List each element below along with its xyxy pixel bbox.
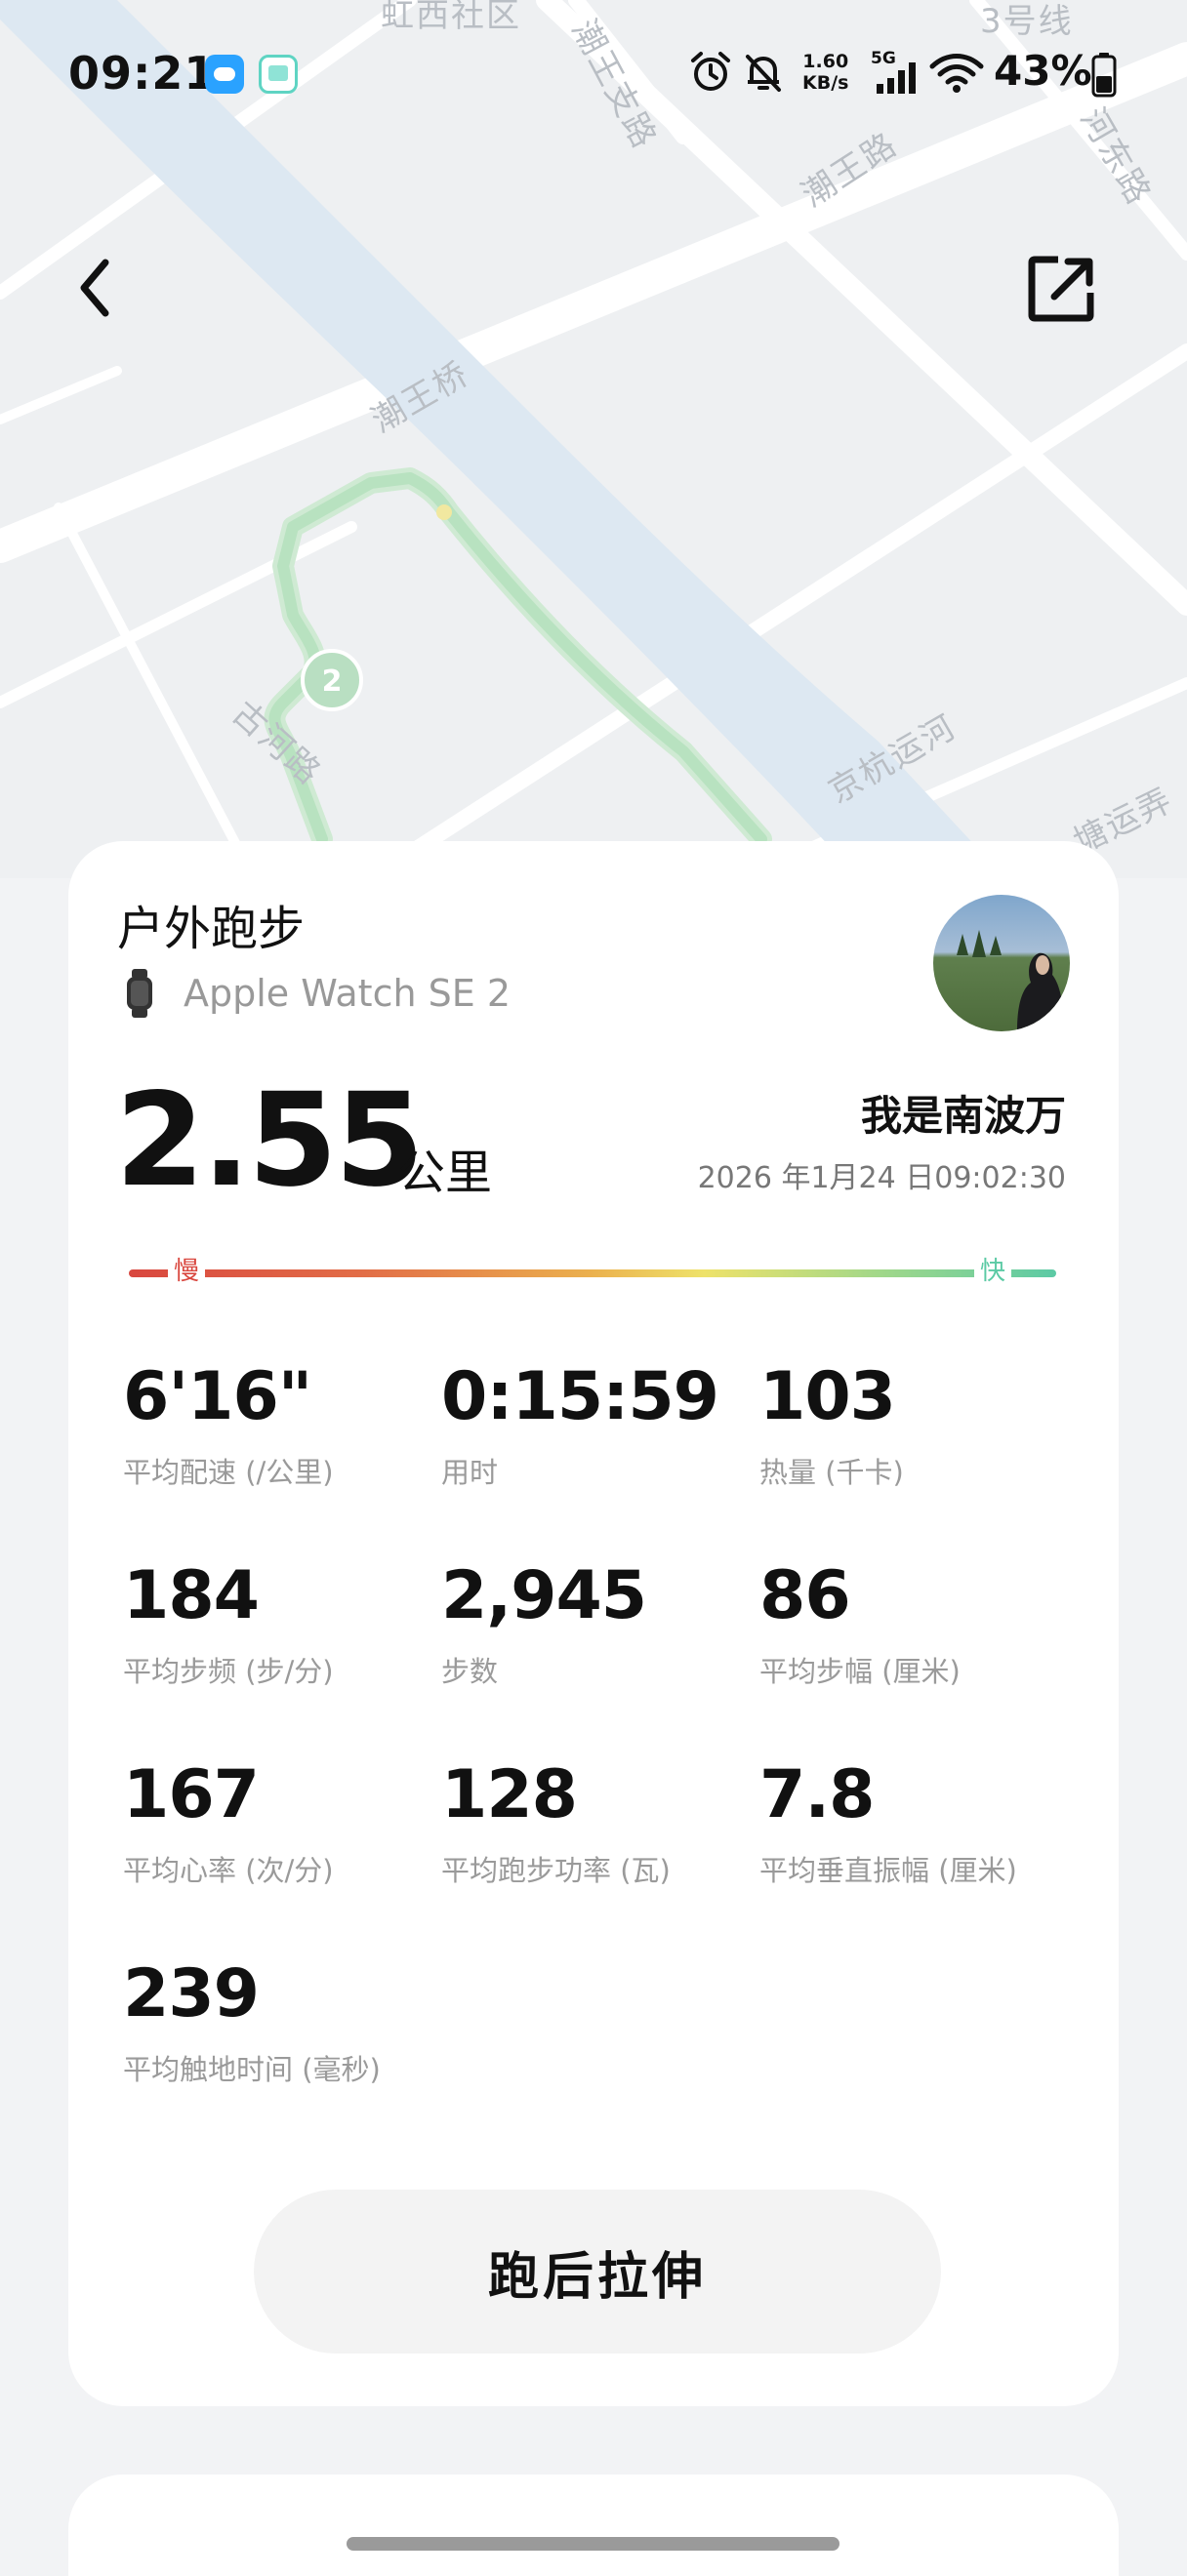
metric-label: 步数 xyxy=(441,1655,499,1688)
pace-legend: 慢 快 xyxy=(129,1251,1056,1294)
metric-label: 平均步频 (步/分) xyxy=(123,1655,334,1688)
chevron-left-icon xyxy=(80,259,109,317)
metric-avg-heart-rate: 167 平均心率 (次/分) xyxy=(123,1756,435,1889)
next-card xyxy=(68,2475,1119,2576)
metric-vertical-oscillation: 7.8 平均垂直振幅 (厘米) xyxy=(759,1756,1072,1889)
metric-label: 平均垂直振幅 (厘米) xyxy=(759,1854,1017,1887)
route-km-marker: 2 xyxy=(301,649,363,711)
network-speed: 1.60 KB/s xyxy=(802,51,848,94)
battery-percent: 43% xyxy=(994,47,1092,95)
workout-title: 户外跑步 xyxy=(117,902,306,956)
home-indicator[interactable] xyxy=(347,2537,839,2551)
metric-value: 0:15:59 xyxy=(441,1358,719,1435)
metric-value: 6'16" xyxy=(123,1358,312,1435)
message-app-icon xyxy=(259,55,298,94)
metric-label: 热量 (千卡) xyxy=(759,1456,904,1489)
metric-label: 平均配速 (/公里) xyxy=(123,1456,334,1489)
metric-value: 128 xyxy=(441,1756,578,1833)
pace-gradient xyxy=(129,1269,1056,1277)
status-time: 09:21 xyxy=(68,47,217,100)
wifi-icon xyxy=(929,54,984,93)
workout-summary-card: 户外跑步 Apple Watch SE 2 2.55 公里 我是南波万 2026… xyxy=(68,841,1119,2406)
weather-app-icon xyxy=(205,55,244,94)
metric-label: 平均跑步功率 (瓦) xyxy=(441,1854,671,1887)
metric-avg-stride: 86 平均步幅 (厘米) xyxy=(759,1557,1072,1690)
metric-label: 平均步幅 (厘米) xyxy=(759,1655,961,1688)
avatar[interactable] xyxy=(933,895,1070,1031)
user-name: 我是南波万 xyxy=(860,1092,1066,1140)
avatar-photo xyxy=(957,930,1064,1031)
metric-ground-contact-time: 239 平均触地时间 (毫秒) xyxy=(123,1955,435,2088)
distance-unit: 公里 xyxy=(398,1146,493,1200)
alarm-icon xyxy=(691,52,730,91)
metric-value: 2,945 xyxy=(441,1557,647,1634)
device-row: Apple Watch SE 2 xyxy=(127,966,511,1021)
run-date: 2026 年1月24 日09:02:30 xyxy=(697,1161,1066,1195)
back-button[interactable] xyxy=(68,249,137,327)
network-speed-value: 1.60 xyxy=(802,51,849,72)
device-name: Apple Watch SE 2 xyxy=(184,972,512,1015)
metric-avg-pace: 6'16" 平均配速 (/公里) xyxy=(123,1358,435,1491)
pace-fast-label: 快 xyxy=(974,1251,1012,1287)
metric-steps: 2,945 步数 xyxy=(441,1557,754,1690)
battery-icon xyxy=(1091,53,1117,98)
svg-text:2: 2 xyxy=(322,664,343,699)
metric-label: 用时 xyxy=(441,1456,499,1489)
metric-label: 平均触地时间 (毫秒) xyxy=(123,2053,381,2086)
status-bar: 09:21 1.60 KB/s 5G 43% xyxy=(0,0,1187,156)
metric-avg-power: 128 平均跑步功率 (瓦) xyxy=(441,1756,754,1889)
signal-icon: 5G xyxy=(871,49,920,94)
network-speed-unit: KB/s xyxy=(802,72,849,94)
mute-icon xyxy=(746,55,781,92)
metric-value: 103 xyxy=(759,1358,896,1435)
signal-bars xyxy=(877,62,916,94)
share-icon xyxy=(1028,256,1094,322)
post-run-stretch-button[interactable]: 跑后拉伸 xyxy=(254,2190,941,2354)
metric-avg-cadence: 184 平均步频 (步/分) xyxy=(123,1557,435,1690)
metric-value: 239 xyxy=(123,1955,260,2033)
metric-duration: 0:15:59 用时 xyxy=(441,1358,754,1491)
metric-value: 167 xyxy=(123,1756,260,1833)
metric-label: 平均心率 (次/分) xyxy=(123,1854,334,1887)
metric-value: 86 xyxy=(759,1557,851,1634)
pace-slow-label: 慢 xyxy=(168,1251,206,1287)
distance-value: 2.55 xyxy=(115,1066,425,1216)
metric-value: 184 xyxy=(123,1557,260,1634)
metric-calories: 103 热量 (千卡) xyxy=(759,1358,1072,1491)
metric-value: 7.8 xyxy=(759,1756,875,1833)
watch-icon xyxy=(127,969,152,1018)
share-button[interactable] xyxy=(1025,252,1099,326)
